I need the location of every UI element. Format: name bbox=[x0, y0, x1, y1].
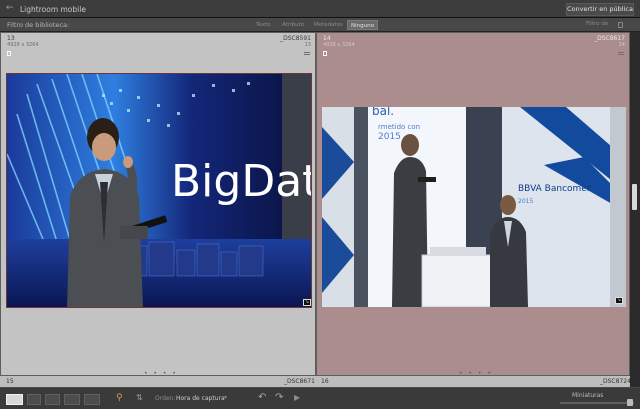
cell-filename: _DSC8617 bbox=[594, 35, 625, 42]
sort-direction-icon[interactable]: ⇅ bbox=[136, 393, 143, 402]
photo-bigdata-image: BigData bbox=[7, 74, 312, 307]
grid-next-row: 15 _DSC8671 16 _DSC8724 bbox=[0, 376, 640, 387]
cell-index-badge: 14 bbox=[618, 42, 625, 48]
library-filter-bar: Filtro de biblioteca: Texto Atributo Met… bbox=[0, 18, 640, 32]
cell-dimensions: 4928 x 3264 bbox=[7, 42, 39, 48]
cell-filename: _DSC8724 bbox=[600, 378, 631, 385]
rotate-left-icon[interactable]: ↶ bbox=[258, 392, 266, 403]
photo-thumbnail-14[interactable]: bal. rmetido con 2015 BBVA Bancomer 2015… bbox=[322, 107, 626, 307]
cell-number: 15 bbox=[6, 378, 14, 385]
svg-text:rmetido con: rmetido con bbox=[378, 123, 420, 131]
edited-badge-icon: ↘ bbox=[303, 299, 311, 306]
metadata-icon bbox=[618, 52, 624, 55]
grid-view-icon[interactable] bbox=[6, 394, 23, 405]
loupe-view-icon[interactable] bbox=[27, 394, 41, 405]
cell-filename: _DSC8671 bbox=[284, 378, 315, 385]
flag-icon[interactable] bbox=[7, 51, 11, 56]
filter-tab-text[interactable]: Texto bbox=[252, 20, 275, 30]
back-arrow-icon[interactable]: ← bbox=[6, 3, 14, 13]
stage-brand: BBVA Bancomer bbox=[518, 184, 591, 194]
cell-number: 16 bbox=[321, 378, 329, 385]
cell-index-badge: 13 bbox=[304, 42, 311, 48]
stage-year-left: 2015 bbox=[378, 132, 401, 142]
lock-icon[interactable] bbox=[618, 22, 623, 28]
survey-view-icon[interactable] bbox=[64, 394, 80, 405]
svg-text:bal.: bal. bbox=[372, 107, 394, 118]
edited-badge-icon: ↘ bbox=[615, 297, 623, 304]
cell-dimensions: 4928 x 3264 bbox=[323, 42, 355, 48]
filter-tab-attribute[interactable]: Atributo bbox=[278, 20, 308, 30]
bottom-toolbar: ⚲ ⇅ Orden: Hora de captura ▾ ↶ ↷ ▶ Minia… bbox=[0, 387, 640, 409]
flag-icon[interactable] bbox=[323, 51, 327, 56]
convert-public-button[interactable]: Convertir en pública bbox=[566, 3, 634, 16]
title-bar: ← Lightroom mobile Convertir en pública bbox=[0, 0, 640, 18]
photo-stage-image: bal. rmetido con 2015 BBVA Bancomer 2015 bbox=[322, 107, 626, 307]
collection-title: Lightroom mobile bbox=[20, 5, 86, 14]
thumbnail-size-slider[interactable] bbox=[560, 402, 634, 404]
thumbnails-label: Miniaturas bbox=[572, 392, 604, 399]
filter-presets-label[interactable]: Filtro de bbox=[586, 21, 608, 27]
grid-scrollbar-thumb[interactable] bbox=[632, 184, 637, 210]
filter-tab-metadata[interactable]: Metadatos bbox=[310, 20, 347, 30]
sort-label: Orden: bbox=[155, 395, 176, 402]
photo-thumbnail-13[interactable]: BigData ↘ bbox=[6, 73, 312, 308]
play-slideshow-icon[interactable]: ▶ bbox=[294, 393, 300, 402]
thumbnail-size-slider-handle[interactable] bbox=[627, 399, 634, 406]
stage-year-right: 2015 bbox=[518, 198, 533, 205]
rotate-right-icon[interactable]: ↷ bbox=[275, 392, 283, 403]
chevron-down-icon[interactable]: ▾ bbox=[224, 394, 227, 401]
bigdata-headline: BigData bbox=[171, 156, 312, 207]
painter-icon[interactable]: ⚲ bbox=[116, 393, 123, 403]
compare-view-icon[interactable] bbox=[45, 394, 60, 405]
cell-number: 13 bbox=[7, 35, 15, 42]
metadata-icon bbox=[304, 52, 310, 55]
sort-order-select[interactable]: Hora de captura bbox=[176, 395, 225, 402]
cell-filename: _DSC8591 bbox=[280, 35, 311, 42]
people-view-icon[interactable] bbox=[84, 394, 100, 405]
cell-number: 14 bbox=[323, 35, 331, 42]
filter-tab-none[interactable]: Ninguno bbox=[347, 20, 378, 30]
library-filter-label: Filtro de biblioteca: bbox=[7, 21, 70, 29]
